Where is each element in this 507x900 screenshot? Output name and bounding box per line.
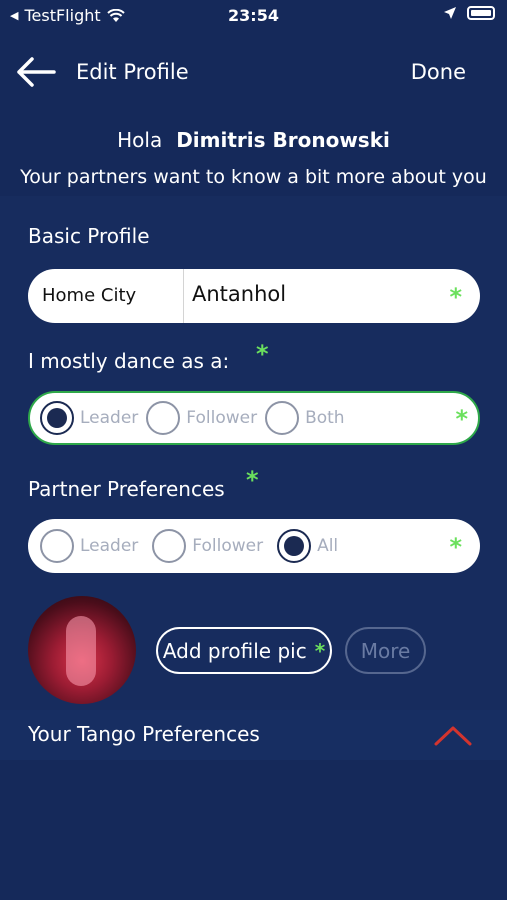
radio-leader[interactable]: Leader <box>40 529 138 563</box>
partner-preferences-radio-group: Leader Follower All * <box>28 519 480 573</box>
dance-role-radio-group: Leader Follower Both * <box>28 391 480 445</box>
radio-label: Follower <box>192 536 264 556</box>
battery-icon <box>467 6 495 20</box>
avatar[interactable] <box>28 596 136 704</box>
location-icon <box>444 7 456 19</box>
required-star: * <box>256 340 269 368</box>
done-button[interactable]: Done <box>411 60 466 84</box>
field-divider <box>183 269 184 323</box>
radio-follower[interactable]: Follower <box>146 401 257 435</box>
required-star: * <box>449 283 462 311</box>
radio-button-selected[interactable] <box>40 401 74 435</box>
chevron-up-icon[interactable] <box>433 720 473 750</box>
tango-preferences-header[interactable]: Your Tango Preferences <box>0 710 507 760</box>
required-star: * <box>449 533 462 561</box>
more-button[interactable]: More <box>345 627 426 674</box>
home-city-field[interactable]: Home City Antanhol * <box>28 269 480 323</box>
radio-both[interactable]: Both <box>265 401 345 435</box>
user-name: Dimitris Bronowski <box>176 128 390 152</box>
radio-all[interactable]: All <box>277 529 338 563</box>
status-bar: ◀ TestFlight 23:54 <box>0 0 507 32</box>
add-profile-pic-label: Add profile pic <box>162 638 307 663</box>
greeting-subtitle: Your partners want to know a bit more ab… <box>20 166 487 188</box>
radio-button[interactable] <box>40 529 74 563</box>
partner-preferences-label: Partner Preferences <box>28 477 225 501</box>
radio-follower[interactable]: Follower <box>152 529 263 563</box>
tango-preferences-label: Your Tango Preferences <box>28 722 260 746</box>
radio-button-selected[interactable] <box>277 529 312 563</box>
radio-button[interactable] <box>146 401 181 435</box>
radio-label: Follower <box>186 408 258 428</box>
radio-button[interactable] <box>265 401 300 435</box>
required-star: * <box>455 405 468 433</box>
greeting: Hola Dimitris Bronowski <box>0 128 507 152</box>
status-time: 23:54 <box>228 6 279 25</box>
home-city-label: Home City <box>42 285 137 306</box>
basic-profile-label: Basic Profile <box>28 224 150 248</box>
radio-label: All <box>317 536 339 556</box>
home-city-input[interactable]: Antanhol <box>192 282 286 306</box>
dance-role-label: I mostly dance as a: <box>28 349 230 373</box>
radio-label: Both <box>305 408 345 428</box>
radio-leader[interactable]: Leader <box>40 401 138 435</box>
required-star: * <box>314 638 326 663</box>
add-profile-pic-button[interactable]: Add profile pic * <box>156 627 332 674</box>
page-title: Edit Profile <box>76 60 189 84</box>
required-star: * <box>246 466 259 494</box>
greeting-hola: Hola <box>117 128 163 152</box>
radio-button[interactable] <box>152 529 187 563</box>
radio-label: Leader <box>80 408 139 428</box>
back-arrow-icon[interactable] <box>14 56 58 88</box>
nav-header: Edit Profile Done <box>0 48 507 96</box>
radio-label: Leader <box>80 536 139 556</box>
